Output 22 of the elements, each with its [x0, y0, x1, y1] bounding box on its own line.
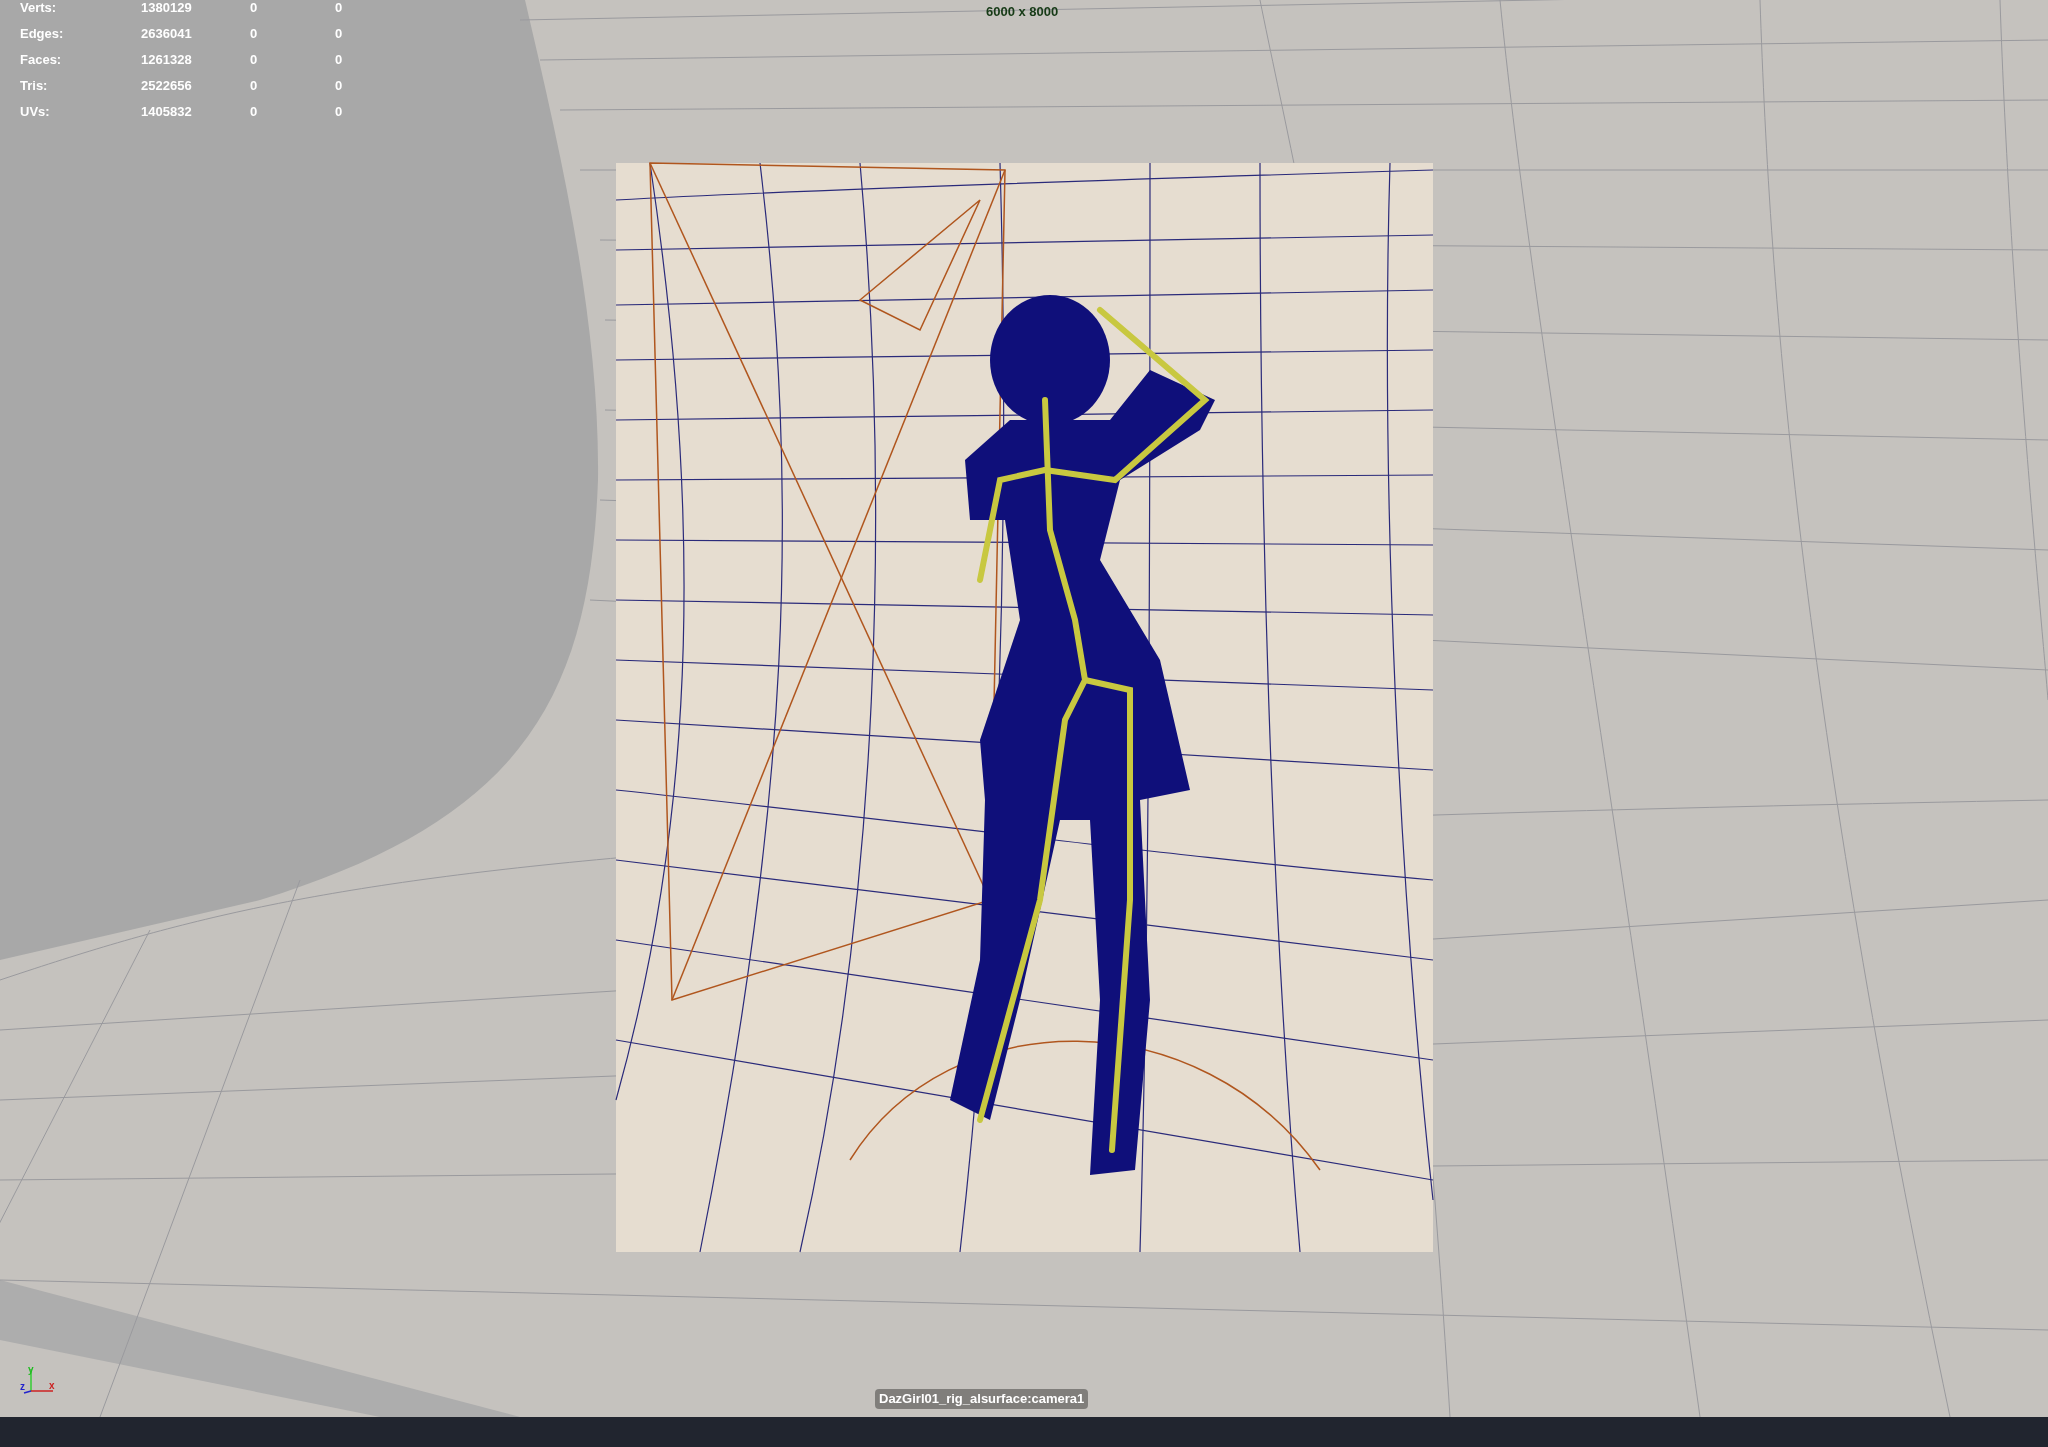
stat-label: Verts: [20, 1, 57, 15]
stat-value: 0 [250, 27, 258, 41]
stat-label: Faces: [20, 53, 62, 67]
stat-value: 0 [250, 53, 258, 67]
stat-label: Edges: [20, 27, 64, 41]
camera-name-label: DazGirl01_rig_alsurface:camera1 [875, 1389, 1089, 1409]
stat-value: 1380129 [141, 1, 192, 15]
stat-value: 0 [250, 79, 258, 93]
stat-label: UVs: [20, 105, 50, 119]
stat-value: 0 [335, 105, 343, 119]
stat-value: 0 [335, 53, 343, 67]
stat-value: 0 [250, 1, 258, 15]
stat-label: Tris: [20, 79, 48, 93]
stat-value: 0 [335, 27, 343, 41]
resolution-label: 6000 x 8000 [986, 3, 1059, 21]
stat-value: 1261328 [141, 53, 192, 67]
stat-value: 2522656 [141, 79, 192, 93]
stat-value: 0 [335, 79, 343, 93]
stat-value: 0 [335, 1, 343, 15]
stat-value: 0 [250, 105, 258, 119]
stat-value: 2636041 [141, 27, 192, 41]
stat-value: 1405832 [141, 105, 192, 119]
